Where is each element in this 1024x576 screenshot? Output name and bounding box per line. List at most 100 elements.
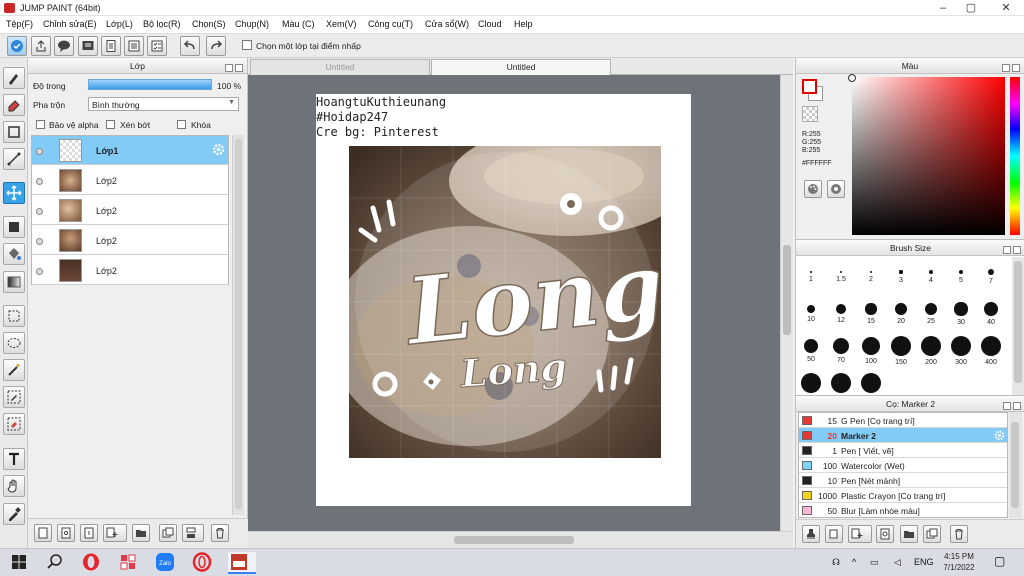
tab-untitled-2[interactable]: Untitled	[431, 59, 611, 75]
clock[interactable]: 4:15 PM 7/1/2022	[940, 551, 978, 573]
app-taskbar-button[interactable]	[117, 552, 141, 574]
scrollbar-thumb[interactable]	[1014, 261, 1022, 383]
jump-paint-taskbar-button[interactable]	[228, 552, 256, 574]
checklist-button[interactable]	[147, 36, 167, 56]
new-folder-button[interactable]	[132, 524, 150, 542]
canvas-vertical-scrollbar[interactable]	[780, 75, 793, 531]
palette-button[interactable]	[804, 180, 822, 198]
brush-preset-row[interactable]: 1 Pen [ Viết, vẽ]	[799, 443, 1007, 458]
brush-size-option[interactable]: 50	[796, 336, 826, 363]
brush-delete-button[interactable]	[950, 525, 968, 543]
brush-size-option[interactable]	[826, 373, 856, 396]
brush-size-option[interactable]: 25	[916, 299, 946, 325]
opera-taskbar-button[interactable]	[80, 552, 104, 574]
brush-copy-button[interactable]	[825, 525, 843, 543]
canvas-horizontal-scrollbar[interactable]	[248, 531, 793, 548]
panel-close-icon[interactable]	[1013, 246, 1021, 254]
brush-import-button[interactable]	[802, 525, 820, 543]
delete-layer-button[interactable]	[211, 524, 229, 542]
brush-scrollbar[interactable]	[1012, 257, 1024, 395]
visibility-icon[interactable]	[36, 148, 43, 155]
menu-help[interactable]: Help	[514, 19, 533, 29]
visibility-icon[interactable]	[36, 268, 43, 275]
export-button[interactable]	[31, 36, 51, 56]
scrollbar-thumb[interactable]	[235, 139, 242, 509]
cloud-sync-button[interactable]	[7, 36, 27, 56]
lasso-tool[interactable]	[3, 332, 25, 354]
network-icon[interactable]: ▭	[870, 557, 879, 568]
start-button[interactable]	[8, 552, 32, 574]
volume-icon[interactable]: ◁	[894, 557, 901, 568]
layer-row[interactable]: Lớp2	[32, 256, 228, 285]
brush-size-option[interactable]: 150	[886, 336, 916, 366]
layer-row[interactable]: Lớp1	[32, 136, 228, 165]
menu-layer[interactable]: Lớp(L)	[106, 19, 133, 29]
opera-gx-taskbar-button[interactable]	[191, 552, 215, 574]
menu-view[interactable]: Xem(V)	[326, 19, 357, 29]
clipping-checkbox[interactable]	[106, 120, 115, 129]
new-layer-1bit-button[interactable]	[80, 524, 98, 542]
panel-close-icon[interactable]	[1012, 64, 1020, 72]
brush-size-option[interactable]: 10	[796, 299, 826, 323]
page-button[interactable]	[101, 36, 121, 56]
undo-button[interactable]	[180, 36, 200, 56]
select-pen-tool[interactable]	[3, 386, 25, 408]
layer-row[interactable]: Lớp2	[32, 226, 228, 255]
panel-float-icon[interactable]	[1003, 402, 1011, 410]
brush-preset-row[interactable]: 100 Watercolor (Wet)	[799, 458, 1007, 473]
brush-size-option[interactable]: 12	[826, 299, 856, 324]
zalo-taskbar-button[interactable]: Zalo	[154, 552, 178, 574]
pen-tool[interactable]	[3, 67, 25, 89]
brush-size-option[interactable]: 7	[976, 262, 1006, 285]
tab-untitled-1[interactable]: Untitled	[250, 59, 430, 75]
eraser-tool[interactable]	[3, 94, 25, 116]
comment-button[interactable]	[54, 36, 74, 56]
brush-folder-button[interactable]	[900, 525, 918, 543]
brush-preset-row[interactable]: 20 Marker 2	[799, 428, 1007, 443]
menu-tools[interactable]: Công cụ(T)	[368, 19, 413, 29]
hand-tool[interactable]	[3, 475, 25, 497]
brush-size-option[interactable]: 4	[916, 262, 946, 284]
maximize-button[interactable]: ▢	[955, 0, 987, 16]
brush-size-option[interactable]: 1.5	[826, 262, 856, 283]
brush-size-option[interactable]	[796, 373, 826, 396]
brush-size-option[interactable]: 200	[916, 336, 946, 366]
menu-window[interactable]: Cửa sổ(W)	[425, 19, 469, 29]
new-layer-button[interactable]	[34, 524, 52, 542]
brush-size-option[interactable]: 100	[856, 336, 886, 365]
note-button[interactable]	[78, 36, 98, 56]
select-layer-on-click-checkbox[interactable]	[242, 40, 252, 50]
people-icon[interactable]: ☊	[832, 557, 840, 568]
brush-preset-row[interactable]: 1000 Plastic Crayon [Cọ trang trí]	[799, 488, 1007, 503]
menu-cloud[interactable]: Cloud	[478, 19, 502, 29]
select-eraser-tool[interactable]	[3, 413, 25, 435]
menu-edit[interactable]: Chỉnh sửa(E)	[43, 19, 97, 29]
brush-size-option[interactable]: 20	[886, 299, 916, 325]
brush-preset-row[interactable]: 15 G Pen [Cọ trang trí]	[799, 413, 1007, 428]
lock-checkbox[interactable]	[177, 120, 186, 129]
blend-mode-select[interactable]: Bình thường ▼	[88, 97, 239, 111]
brush-size-option[interactable]: 3	[886, 262, 916, 284]
menu-file[interactable]: Tệp(F)	[6, 19, 33, 29]
duplicate-layer-button[interactable]	[159, 524, 177, 542]
menu-filter[interactable]: Bộ lọc(R)	[143, 19, 181, 29]
new-layer-8bit-button[interactable]	[57, 524, 75, 542]
panel-close-icon[interactable]	[1013, 402, 1021, 410]
close-button[interactable]: ✕	[990, 0, 1022, 16]
search-button[interactable]	[44, 552, 68, 574]
hue-slider[interactable]	[1010, 77, 1020, 235]
preset-scrollbar[interactable]	[1009, 412, 1022, 518]
palette-settings-button[interactable]	[827, 180, 845, 198]
menu-select[interactable]: Chọn(S)	[192, 19, 226, 29]
saturation-value-picker[interactable]	[852, 77, 1005, 235]
scrollbar-thumb[interactable]	[1011, 422, 1019, 508]
brush-preset-row[interactable]: 50 Blur [Làm nhòe màu]	[799, 503, 1007, 517]
menu-color[interactable]: Màu (C)	[282, 19, 315, 29]
foreground-color-swatch[interactable]	[802, 79, 817, 94]
brush-size-option[interactable]: 70	[826, 336, 856, 364]
brush-duplicate-button[interactable]	[923, 525, 941, 543]
line-tool[interactable]	[3, 148, 25, 170]
text-tool[interactable]	[3, 448, 25, 470]
add-layer-dropdown[interactable]	[103, 524, 127, 542]
notification-icon[interactable]: ▢	[994, 554, 1005, 568]
